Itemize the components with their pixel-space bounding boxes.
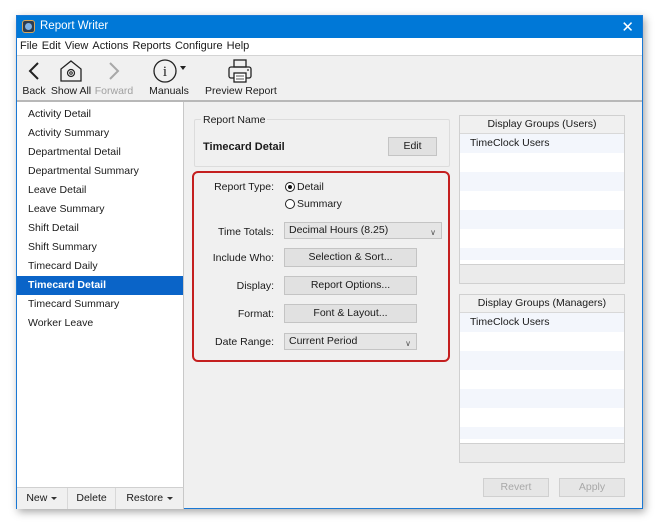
restore-button[interactable]: Restore [116, 488, 183, 509]
report-item-worker-leave[interactable]: Worker Leave [17, 314, 183, 333]
radio-unchecked-icon [285, 199, 295, 209]
font-layout-button[interactable]: Font & Layout... [284, 304, 417, 323]
menu-view[interactable]: View [63, 38, 91, 52]
report-item-timecard-daily[interactable]: Timecard Daily [17, 257, 183, 276]
toolbar: Back Show All Forward i Manuals Preview … [17, 56, 642, 102]
report-type-detail-radio[interactable]: Detail [285, 181, 324, 193]
new-button[interactable]: New [17, 488, 68, 509]
report-item-departmental-summary[interactable]: Departmental Summary [17, 162, 183, 181]
list-item[interactable]: TimeClock Users [460, 134, 624, 153]
list-footer [460, 264, 624, 283]
report-name-value: Timecard Detail [203, 141, 285, 153]
list-footer [460, 443, 624, 462]
format-label: Format: [237, 308, 274, 320]
report-options-button[interactable]: Report Options... [284, 276, 417, 295]
report-item-leave-summary[interactable]: Leave Summary [17, 200, 183, 219]
preview-report-button[interactable]: Preview Report [205, 58, 277, 97]
title-bar: Report Writer ✕ [17, 16, 642, 38]
menu-edit[interactable]: Edit [40, 38, 63, 52]
report-item-activity-summary[interactable]: Activity Summary [17, 124, 183, 143]
display-groups-managers: Display Groups (Managers) TimeClock User… [459, 294, 625, 463]
menu-configure[interactable]: Configure [173, 38, 225, 52]
menu-file[interactable]: File [17, 38, 40, 52]
close-icon[interactable]: ✕ [621, 18, 634, 36]
display-groups-users: Display Groups (Users) TimeClock Users [459, 115, 625, 284]
forward-button[interactable]: Forward [94, 58, 134, 97]
report-list: Activity Detail Activity Summary Departm… [17, 102, 184, 487]
window-title: Report Writer [40, 20, 109, 32]
show-all-button[interactable]: Show All [50, 58, 92, 97]
report-item-timecard-detail[interactable]: Timecard Detail [17, 276, 183, 295]
time-totals-select[interactable]: Decimal Hours (8.25) ∨ [284, 222, 442, 239]
chevron-down-icon: ∨ [405, 339, 411, 348]
display-groups-managers-header: Display Groups (Managers) [460, 295, 624, 313]
radio-checked-icon [285, 182, 295, 192]
report-type-summary-radio[interactable]: Summary [285, 198, 342, 210]
date-range-select[interactable]: Current Period ∨ [284, 333, 417, 350]
printer-icon [205, 58, 275, 84]
report-item-leave-detail[interactable]: Leave Detail [17, 181, 183, 200]
report-list-footer: New Delete Restore [17, 487, 184, 509]
selection-sort-button[interactable]: Selection & Sort... [284, 248, 417, 267]
caret-down-icon [167, 496, 174, 500]
display-groups-users-header: Display Groups (Users) [460, 116, 624, 134]
report-item-activity-detail[interactable]: Activity Detail [17, 105, 183, 124]
report-item-shift-detail[interactable]: Shift Detail [17, 219, 183, 238]
menu-reports[interactable]: Reports [130, 38, 173, 52]
menu-actions[interactable]: Actions [90, 38, 130, 52]
list-item[interactable]: TimeClock Users [460, 313, 624, 332]
info-icon: i [153, 59, 186, 83]
menu-bar: File Edit View Actions Reports Configure Help [17, 38, 642, 56]
app-icon [22, 20, 35, 33]
time-totals-label: Time Totals: [217, 226, 274, 238]
manuals-button[interactable]: i Manuals [147, 58, 191, 97]
report-item-departmental-detail[interactable]: Departmental Detail [17, 143, 183, 162]
revert-button[interactable]: Revert [483, 478, 549, 497]
display-label: Display: [236, 280, 274, 292]
report-item-timecard-summary[interactable]: Timecard Summary [17, 295, 183, 314]
include-who-label: Include Who: [212, 252, 274, 264]
report-item-shift-summary[interactable]: Shift Summary [17, 238, 183, 257]
report-writer-window: Report Writer ✕ File Edit View Actions Repor… [16, 15, 643, 509]
chevron-left-icon [19, 58, 49, 84]
home-gear-icon [50, 58, 92, 84]
caret-down-icon [51, 496, 58, 500]
apply-button[interactable]: Apply [559, 478, 625, 497]
report-name-group: Report Name Timecard Detail Edit [194, 114, 450, 167]
chevron-right-icon [94, 58, 134, 84]
date-range-label: Date Range: [215, 336, 274, 348]
back-button[interactable]: Back [19, 58, 49, 97]
edit-name-button[interactable]: Edit [388, 137, 437, 156]
delete-button[interactable]: Delete [68, 488, 117, 509]
report-type-label: Report Type: [214, 181, 274, 193]
menu-help[interactable]: Help [225, 38, 252, 52]
report-name-legend: Report Name [201, 114, 268, 126]
chevron-down-icon: ∨ [430, 228, 436, 237]
svg-text:i: i [163, 64, 167, 80]
